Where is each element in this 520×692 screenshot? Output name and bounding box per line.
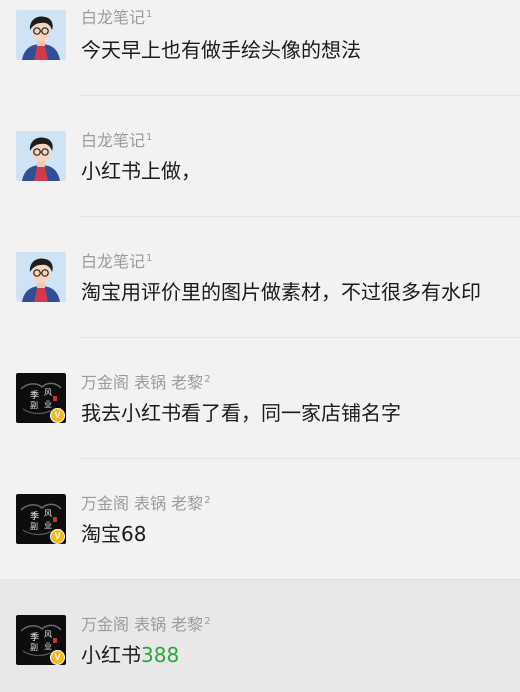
sender-level: 2 <box>204 616 211 627</box>
divider <box>81 458 520 459</box>
avatar[interactable] <box>16 252 66 302</box>
message-text: 我去小红书看了看，同一家店铺名字 <box>81 401 401 425</box>
verified-badge-icon: V <box>50 529 65 544</box>
message-text-prefix: 小红书 <box>81 643 141 667</box>
message-row-selected[interactable]: V 万金阁 表锅 老黎2 小红书388 <box>0 579 520 692</box>
message-row[interactable]: 白龙笔记1 小红书上做， <box>0 95 520 216</box>
avatar[interactable] <box>16 131 66 181</box>
message-price-number: 388 <box>141 643 180 667</box>
divider <box>81 579 520 580</box>
message-text: 小红书388 <box>81 641 179 669</box>
sender-level: 2 <box>204 495 211 506</box>
sender-level: 1 <box>146 9 153 20</box>
sender-name: 白龙笔记1 <box>81 131 153 150</box>
message-text: 淘宝68 <box>81 522 147 546</box>
sender-level: 1 <box>146 253 153 264</box>
message-row[interactable]: 白龙笔记1 淘宝用评价里的图片做素材，不过很多有水印 <box>0 216 520 337</box>
message-text: 今天早上也有做手绘头像的想法 <box>81 38 361 62</box>
sender-name: 白龙笔记1 <box>81 252 153 271</box>
cartoon-boy-avatar-icon <box>16 10 66 60</box>
sender-name: 万金阁 表锅 老黎2 <box>81 373 211 392</box>
verified-badge-icon: V <box>50 408 65 423</box>
sender-name: 万金阁 表锅 老黎2 <box>81 494 211 513</box>
sender-level: 2 <box>204 374 211 385</box>
message-row[interactable]: 白龙笔记1 今天早上也有做手绘头像的想法 <box>0 0 520 110</box>
message-row[interactable]: V 万金阁 表锅 老黎2 我去小红书看了看，同一家店铺名字 <box>0 337 520 458</box>
sender-name: 万金阁 表锅 老黎2 <box>81 615 211 634</box>
avatar[interactable] <box>16 10 66 60</box>
sender-name: 白龙笔记1 <box>81 8 153 27</box>
cartoon-boy-avatar-icon <box>16 131 66 181</box>
cartoon-boy-avatar-icon <box>16 252 66 302</box>
sender-level: 1 <box>146 132 153 143</box>
chat-message-list[interactable]: 白龙笔记1 今天早上也有做手绘头像的想法 白龙笔记1 小红书上做， 白龙笔记1 … <box>0 0 520 692</box>
divider <box>81 216 520 217</box>
divider <box>81 95 520 96</box>
verified-badge-icon: V <box>50 650 65 665</box>
message-text: 淘宝用评价里的图片做素材，不过很多有水印 <box>81 280 481 304</box>
message-row[interactable]: V 万金阁 表锅 老黎2 淘宝68 <box>0 458 520 579</box>
divider <box>81 337 520 338</box>
message-text: 小红书上做， <box>81 159 201 183</box>
